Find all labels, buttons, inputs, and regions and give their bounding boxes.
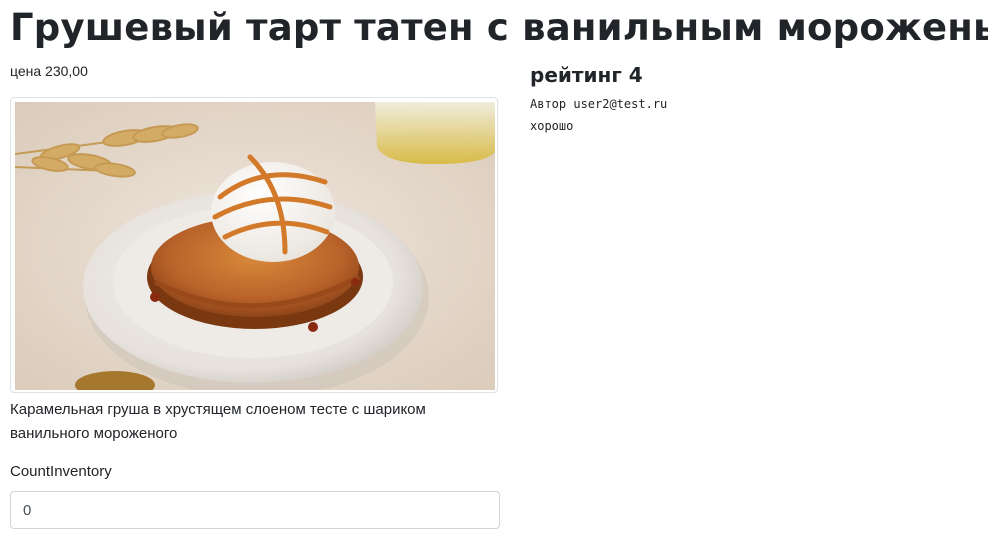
product-description: Карамельная груша в хрустящем слоеном те… bbox=[10, 401, 426, 442]
review-rating: рейтинг 4 bbox=[530, 63, 643, 87]
product-image bbox=[10, 97, 498, 393]
review-author: Автор user2@test.ru bbox=[530, 97, 668, 111]
product-title: Грушевый тарт татен с ванильным морожены… bbox=[10, 6, 988, 49]
count-inventory-input[interactable] bbox=[10, 491, 500, 529]
product-price: цена 230,00 bbox=[10, 63, 88, 79]
dessert-photo bbox=[15, 102, 495, 390]
review-text: хорошо bbox=[530, 119, 574, 133]
count-inventory-label: CountInventory bbox=[10, 463, 112, 480]
